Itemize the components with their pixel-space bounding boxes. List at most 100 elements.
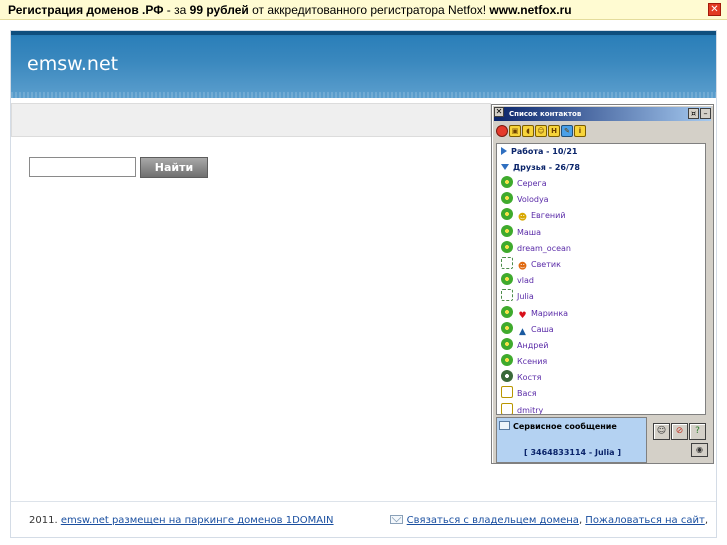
group-friends[interactable]: Друзья - 26/78 [497, 160, 705, 176]
contact-name: dream_ocean [517, 243, 571, 253]
group-name: Друзья [513, 163, 546, 172]
contact-name: Костя [517, 373, 542, 383]
history-icon[interactable]: H [548, 125, 560, 137]
heart-icon: ♥ [518, 310, 527, 321]
expand-arrow-icon[interactable] [501, 147, 507, 155]
pin-icon[interactable]: ¤ [688, 108, 699, 119]
contact-owner-link[interactable]: Связаться с владельцем домена [407, 515, 579, 526]
contacts-icon[interactable]: ▣ [509, 125, 521, 137]
group-count: 26/78 [554, 163, 580, 172]
contact-name: Маша [517, 227, 542, 237]
online-flower-icon [501, 224, 513, 237]
contact-item[interactable]: Маша [497, 224, 705, 241]
promo-text-part: от аккредитованного регистратора Netfox! [248, 3, 490, 17]
site-title: emsw.net [27, 53, 119, 75]
widget-title-bar[interactable]: Список контактов [494, 107, 711, 121]
promo-bar: Регистрация доменов .РФ - за 99 рублей о… [0, 0, 727, 20]
promo-text[interactable]: Регистрация доменов .РФ - за 99 рублей о… [8, 3, 572, 17]
contact-name: dmitry [517, 405, 544, 415]
sound-icon[interactable]: ◖ [522, 125, 534, 137]
contact-name: Саша [531, 324, 554, 334]
contact-name: Андрей [517, 340, 549, 350]
contact-name: vlad [517, 276, 534, 286]
search-input[interactable] [29, 157, 136, 177]
online-flower-icon [501, 337, 513, 350]
online-flower-icon [501, 321, 513, 334]
eye-icon[interactable]: ◉ [691, 443, 708, 457]
grey-bar [11, 103, 491, 137]
message-icon [499, 421, 510, 430]
widget-action-buttons: ☺ ⊘? [653, 423, 707, 440]
contact-item[interactable]: ☻ Светик [497, 256, 705, 273]
ignore-list-icon[interactable]: ⊘ [671, 423, 688, 440]
contact-item[interactable]: Вася [497, 386, 705, 402]
online-flower-icon [501, 240, 513, 253]
widget-window-buttons: ¤ – [687, 106, 711, 119]
footer-year: 2011. [29, 515, 61, 526]
contact-item[interactable]: ♥ Маринка [497, 305, 705, 322]
search-button[interactable]: Найти [140, 157, 208, 178]
online-flower-icon [501, 176, 513, 188]
graduation-cap-icon: ▲ [519, 326, 526, 337]
contact-name: Julia [517, 292, 534, 302]
away-icon [501, 386, 513, 399]
site-header: emsw.net [11, 31, 716, 98]
add-contact-icon[interactable]: ☺ [653, 423, 670, 440]
collapse-arrow-icon[interactable] [501, 164, 509, 170]
contact-item[interactable]: Костя [497, 370, 705, 386]
tools-icon[interactable]: ✎ [561, 125, 573, 137]
service-message-panel[interactable]: Сервисное сообщение [ 3464833114 - Julia… [496, 417, 647, 463]
service-title: Сервисное сообщение [499, 421, 617, 431]
smiley-icon: ☻ [517, 213, 528, 224]
contact-item[interactable]: Julia [497, 289, 705, 305]
contact-item[interactable]: ▲ Саша [497, 321, 705, 338]
contact-name: Светик [531, 259, 561, 269]
help-icon[interactable]: ? [689, 423, 706, 440]
online-flower-icon [501, 354, 513, 367]
complain-link[interactable]: Пожаловаться на сайт [585, 515, 705, 526]
contact-item[interactable]: dream_ocean [497, 240, 705, 257]
away-icon [501, 402, 513, 414]
contact-name: Volodya [517, 195, 549, 205]
contact-name: Маринка [531, 308, 569, 318]
online-flower-icon [501, 273, 513, 286]
contact-item[interactable]: dmitry [497, 402, 705, 415]
contact-item[interactable]: ☻ Евгений [497, 208, 705, 224]
contact-item[interactable]: vlad [497, 273, 705, 289]
widget-title: Список контактов [509, 110, 582, 118]
online-flower-icon [501, 192, 513, 205]
group-count: 10/21 [552, 147, 578, 156]
offline-icon [501, 256, 513, 269]
widget-close-icon[interactable]: ✕ [494, 107, 504, 117]
close-icon[interactable]: ✕ [708, 3, 721, 16]
minimize-icon[interactable]: – [700, 108, 711, 119]
na-flower-icon [501, 370, 513, 383]
footer-left: 2011. emsw.net размещен на паркинге доме… [29, 515, 334, 526]
contact-name: Серега [517, 179, 547, 188]
smiley-icon[interactable]: ☺ [535, 125, 547, 137]
parking-link[interactable]: emsw.net размещен на паркинге доменов 1D… [61, 515, 334, 526]
contact-name: Ксения [517, 357, 548, 367]
promo-price: 99 рублей [189, 3, 249, 17]
promo-site-link[interactable]: www.netfox.ru [489, 3, 571, 17]
footer-divider [11, 501, 716, 502]
contact-item[interactable]: Андрей [497, 337, 705, 354]
group-separator: - [545, 163, 555, 172]
contact-item[interactable]: Volodya [497, 192, 705, 208]
promo-headline: Регистрация доменов .РФ [8, 3, 164, 17]
promo-text-part: - за [163, 3, 190, 17]
footer-tail: , [704, 515, 708, 526]
contact-item[interactable]: Серега [497, 176, 705, 192]
group-separator: - [543, 147, 553, 156]
group-name: Работа [511, 147, 544, 156]
mail-icon [389, 515, 403, 524]
status-icon[interactable] [496, 125, 508, 137]
service-message: [ 3464833114 - Julia ] [524, 448, 621, 457]
online-flower-icon [501, 305, 513, 318]
contact-list[interactable]: Работа - 10/21 Друзья - 26/78 Серега Vol… [496, 143, 706, 415]
group-work[interactable]: Работа - 10/21 [497, 144, 705, 160]
info-icon[interactable]: i [574, 125, 586, 137]
smiley-icon: ☻ [517, 261, 528, 272]
contact-item[interactable]: Ксения [497, 354, 705, 370]
online-flower-icon [501, 208, 513, 221]
